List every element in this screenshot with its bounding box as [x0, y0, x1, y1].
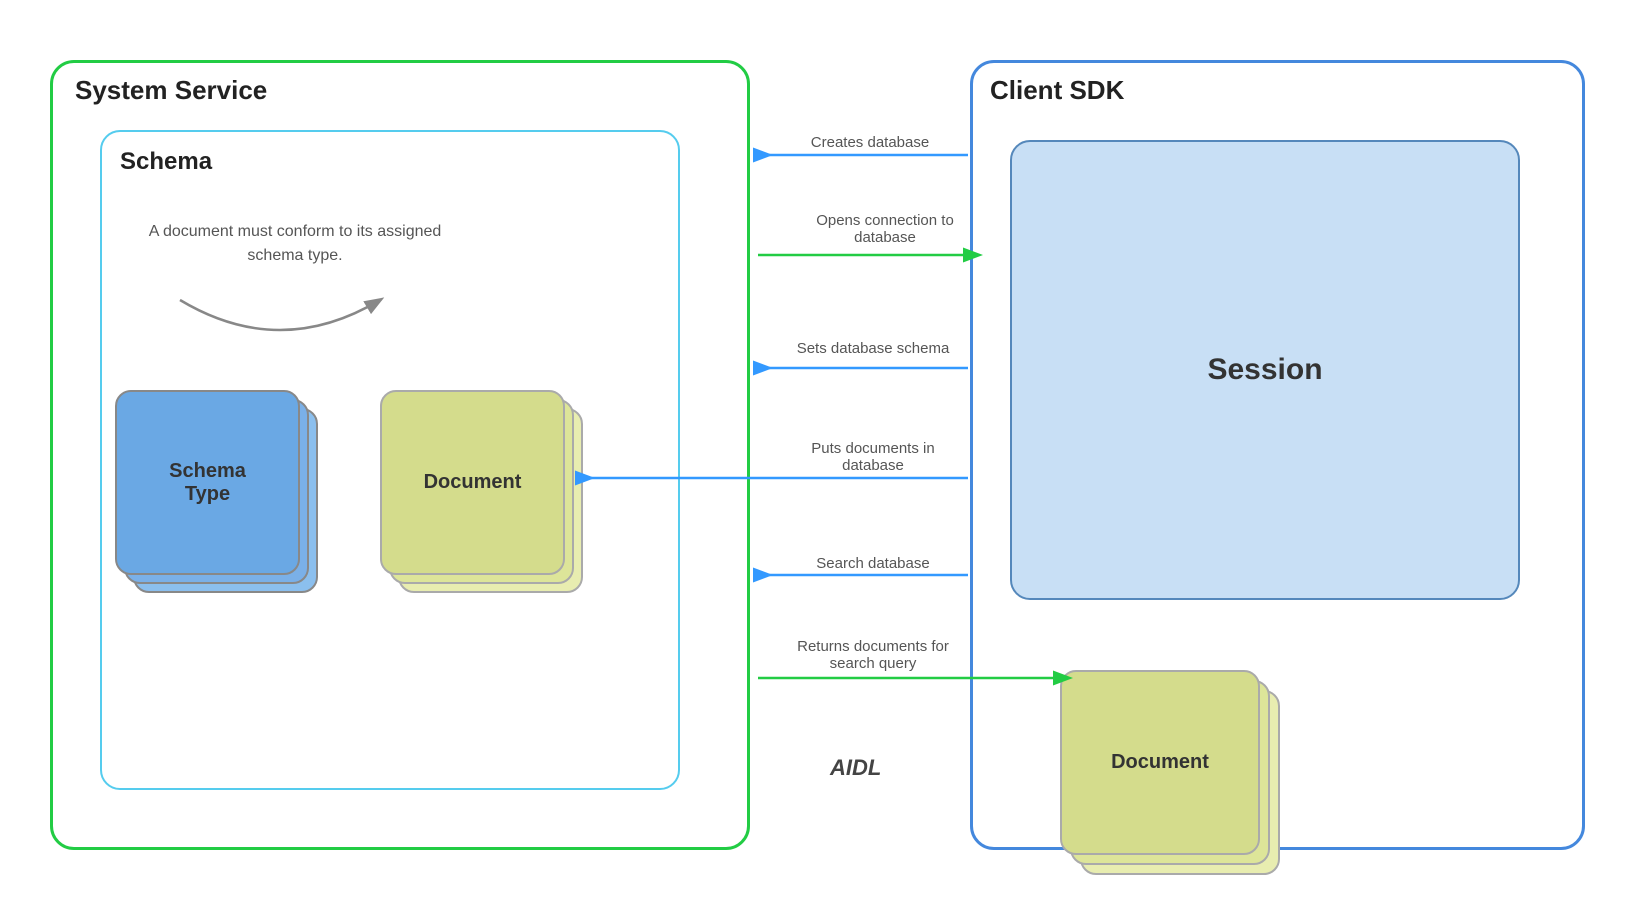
doc-card-front-left: Document: [380, 390, 565, 575]
aidl-label: AIDL: [830, 755, 881, 781]
system-service-label: System Service: [75, 75, 267, 106]
schema-label: Schema: [120, 148, 212, 176]
schema-description: A document must conform to its assigned …: [145, 220, 445, 268]
schema-curved-arrow: [130, 280, 430, 380]
client-sdk-label: Client SDK: [990, 75, 1124, 106]
session-card: Session: [1010, 140, 1520, 600]
doc-card-front-right: Document: [1060, 670, 1260, 855]
arrow-label-sets-schema: Sets database schema: [778, 340, 968, 357]
diagram-container: System Service Schema A document must co…: [0, 0, 1635, 918]
schema-type-card-front: SchemaType: [115, 390, 300, 575]
arrow-label-puts-docs: Puts documents indatabase: [778, 440, 968, 474]
session-label: Session: [1207, 353, 1322, 387]
arrow-label-search-db: Search database: [778, 555, 968, 572]
arrow-label-returns-docs: Returns documents forsearch query: [778, 638, 968, 672]
arrow-label-opens-connection: Opens connection todatabase: [790, 212, 980, 246]
arrow-label-creates-db: Creates database: [780, 134, 960, 151]
